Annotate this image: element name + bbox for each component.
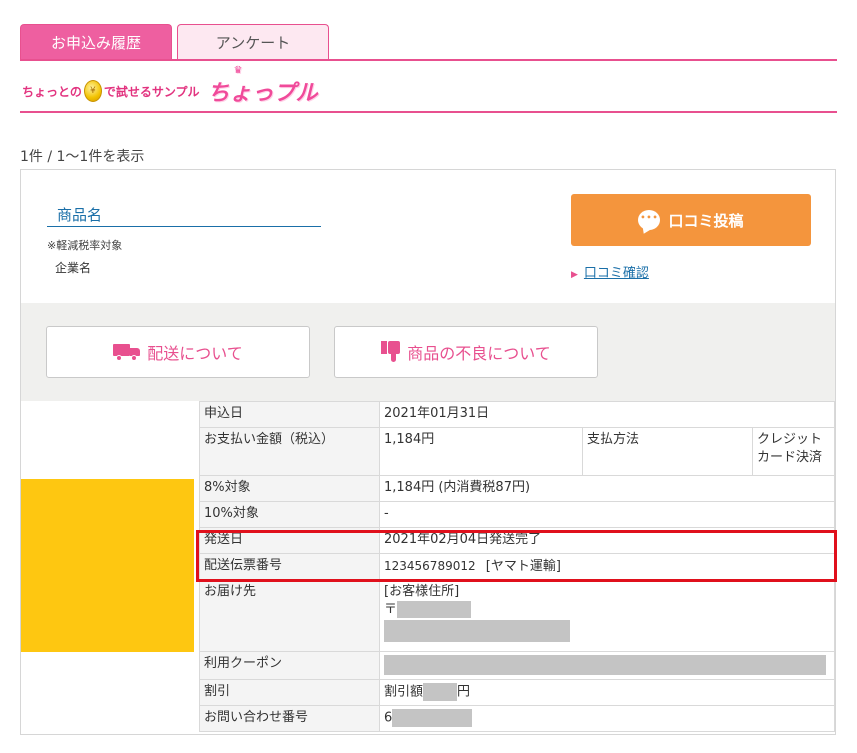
row-label: お問い合わせ番号 [199,705,380,732]
table-row: 10%対象 - [199,501,835,528]
inquiry-prefix: 6 [384,710,393,726]
row-value: 1,184円 [379,427,583,476]
tax-note: ※軽減税率対象 [47,239,123,252]
crown-icon: ♛ [233,65,243,76]
help-buttons-area: 配送について 商品の不良について [21,303,835,401]
thumbs-down-icon [381,341,401,363]
post-review-button[interactable]: ••• 口コミ投稿 [571,194,811,246]
redacted-address [384,620,570,642]
table-row: 割引 割引額 円 [199,679,835,706]
delivery-info-button[interactable]: 配送について [46,326,310,378]
view-reviews-label: 口コミ確認 [583,266,649,281]
row-value: 2021年02月04日発送完了 [379,527,835,554]
address-cell: [お客様住所] 〒 [379,579,835,652]
table-row: 発送日 2021年02月04日発送完了 [199,527,835,554]
table-row: 8%対象 1,184円 (内消費税87円) [199,475,835,502]
table-row: お支払い金額（税込） 1,184円 支払方法 クレジットカード決済 [199,427,835,476]
row-label: 配送伝票番号 [199,553,380,580]
view-reviews-link[interactable]: ▶ 口コミ確認 [571,262,649,281]
postal-mark: 〒 [384,602,398,617]
truck-icon [113,342,141,362]
row-label: 割引 [199,679,380,706]
tracking-number[interactable]: 123456789012 [384,559,476,573]
redacted-inquiry-number [392,709,473,727]
defect-info-button[interactable]: 商品の不良について [334,326,598,378]
row-label: 申込日 [199,401,380,428]
discount-cell: 割引額 円 [379,679,835,706]
row-value: 1,184円 (内消費税87円) [379,475,835,502]
order-details-table: 申込日 2021年01月31日 お支払い金額（税込） 1,184円 支払方法 ク… [199,401,835,732]
delivery-info-label: 配送について [147,344,243,363]
table-row: 利用クーポン [199,651,835,680]
row-value: 2021年01月31日 [379,401,835,428]
postal-line: 〒 [384,601,830,619]
payment-method-value: クレジットカード決済 [752,427,835,476]
logo-brand: ♛ ちょっプル [207,65,318,107]
company-name: 企業名 [55,261,92,275]
row-label: 8%対象 [199,475,380,502]
payment-method-label: 支払方法 [582,427,753,476]
logo-tagline-after: で試せるサンプル [103,84,200,99]
tab-application-history[interactable]: お申込み履歴 [20,24,172,60]
logo-brand-text: ちょっプル [207,81,318,106]
coupon-cell [379,651,835,680]
address-line [384,620,830,642]
carrier-name: [ヤマト運輸] [485,559,561,574]
site-logo: ちょっとの ¥ で試せるサンプル ♛ ちょっプル [22,65,318,108]
row-label: お届け先 [199,579,380,652]
tab-survey[interactable]: アンケート [177,24,329,60]
logo-tagline-before: ちょっとの [22,84,82,99]
discount-suffix: 円 [457,684,471,700]
table-row: お問い合わせ番号 6 [199,705,835,732]
table-row: 配送伝票番号 123456789012 [ヤマト運輸] [199,553,835,580]
inquiry-cell: 6 [379,705,835,732]
tab-bar: お申込み履歴 アンケート [20,24,329,60]
row-label: 10%対象 [199,501,380,528]
row-value: - [379,501,835,528]
product-header: 商品名 ※軽減税率対象 企業名 ••• 口コミ投稿 ▶ 口コミ確認 [21,170,835,303]
triangle-right-icon: ▶ [571,270,578,280]
redacted-product-image [21,479,194,652]
post-review-label: 口コミ投稿 [668,211,744,230]
address-heading: [お客様住所] [384,584,460,599]
table-row: 申込日 2021年01月31日 [199,401,835,428]
row-label: お支払い金額（税込） [199,427,380,476]
discount-prefix: 割引額 [384,684,424,700]
tab-underline [20,59,837,61]
defect-info-label: 商品の不良について [407,344,551,363]
logo-underline [20,111,837,113]
product-name-link[interactable]: 商品名 [47,204,321,227]
redacted-postal-code [397,601,472,618]
tracking-number-cell: 123456789012 [ヤマト運輸] [379,553,835,580]
order-card: 商品名 ※軽減税率対象 企業名 ••• 口コミ投稿 ▶ 口コミ確認 配送について … [20,169,836,735]
result-count: 1件 / 1～1件を表示 [20,149,145,165]
redacted-coupon [384,655,826,675]
coin-icon: ¥ [83,80,102,102]
speech-bubble-icon: ••• [638,210,661,230]
redacted-discount [423,683,458,701]
row-label: 利用クーポン [199,651,380,680]
table-row: お届け先 [お客様住所] 〒 [199,579,835,652]
row-label: 発送日 [199,527,380,554]
